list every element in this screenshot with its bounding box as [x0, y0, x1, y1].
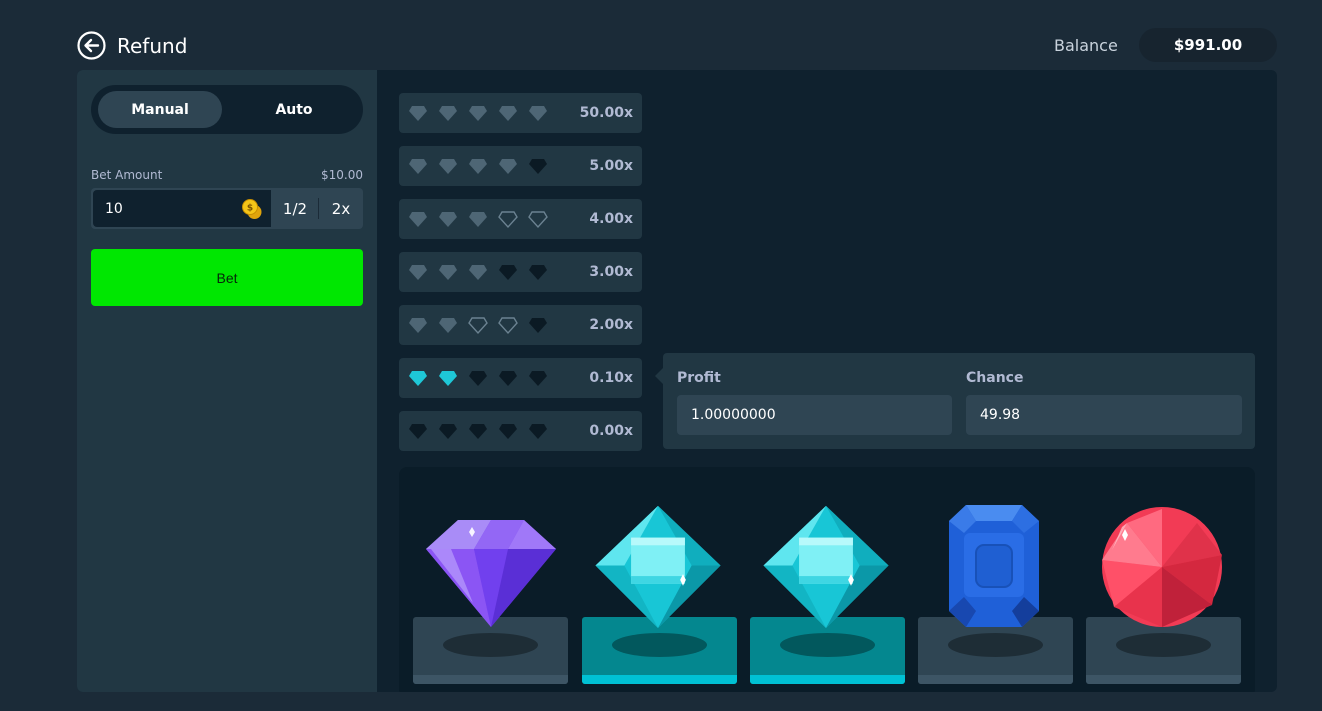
back-arrow-icon [77, 31, 106, 60]
gem-icon [468, 421, 488, 441]
profit-chance-panel: Profit 1.00000000 Chance 49.98 [655, 353, 1255, 449]
gem-icon [498, 156, 518, 176]
red-gem-icon [1102, 507, 1222, 627]
gem-icon [528, 262, 548, 282]
gem-icon [438, 421, 458, 441]
gem-icon [408, 368, 428, 388]
gem-icon [408, 421, 428, 441]
payout-gems [408, 103, 548, 123]
payout-gems [408, 209, 548, 229]
bet-amount-usd: $10.00 [321, 168, 363, 182]
gem-icon [408, 315, 428, 335]
payout-multiplier: 5.00x [589, 158, 633, 174]
gem-icon [498, 421, 518, 441]
mode-toggle: Manual Auto [91, 85, 363, 134]
payout-row: 50.00x [399, 93, 642, 133]
payout-gems [408, 421, 548, 441]
gem-icon [468, 315, 488, 335]
gem-icon [468, 209, 488, 229]
gem-icon [498, 103, 518, 123]
gem-icon [408, 156, 428, 176]
payout-gems [408, 156, 548, 176]
payout-gems [408, 368, 548, 388]
refund-button[interactable]: Refund [77, 31, 187, 60]
payout-multiplier: 2.00x [589, 317, 633, 333]
tab-auto[interactable]: Auto [232, 91, 356, 128]
cyan-gem-icon [763, 505, 889, 628]
payout-gems [408, 262, 548, 282]
payout-multiplier: 3.00x [589, 264, 633, 280]
chance-field: 49.98 [966, 395, 1242, 435]
double-bet-button[interactable]: 2x [319, 190, 363, 227]
balance-value: $991.00 [1139, 28, 1277, 62]
panel-pointer [655, 368, 663, 384]
top-bar: Refund Balance $991.00 [77, 28, 1277, 62]
gem-icon [528, 368, 548, 388]
purple-diamond-icon [426, 520, 556, 627]
bet-amount-label: Bet Amount [91, 168, 163, 182]
gem-icon [408, 103, 428, 123]
gem-icon [468, 103, 488, 123]
gem-icon [438, 368, 458, 388]
bet-amount-row: $ 1/2 2x [91, 188, 363, 229]
blue-emerald-icon [949, 505, 1039, 627]
gem-icon [438, 156, 458, 176]
gem-icon [528, 103, 548, 123]
payout-row: 5.00x [399, 146, 642, 186]
gem-icon [408, 262, 428, 282]
payout-gems [408, 315, 548, 335]
gem-icon [438, 103, 458, 123]
payout-row: 4.00x [399, 199, 642, 239]
gem-icon [498, 262, 518, 282]
gem-icon [468, 368, 488, 388]
gem-icon [438, 262, 458, 282]
gem-icon [498, 368, 518, 388]
payout-row: 3.00x [399, 252, 642, 292]
chance-label: Chance [966, 370, 1024, 386]
gem-icon [528, 156, 548, 176]
tab-manual[interactable]: Manual [98, 91, 222, 128]
cyan-gem-icon [595, 505, 721, 628]
gem-icon [438, 315, 458, 335]
balance-label: Balance [1054, 36, 1118, 55]
gem-icon [528, 209, 548, 229]
bet-button[interactable]: Bet [91, 249, 363, 306]
gem-icon [528, 421, 548, 441]
profit-field: 1.00000000 [677, 395, 952, 435]
gem-icon [408, 209, 428, 229]
payout-multiplier: 0.10x [589, 370, 633, 386]
payout-multiplier: 50.00x [579, 105, 633, 121]
svg-text:$: $ [247, 204, 253, 214]
bet-sidebar: Manual Auto Bet Amount $10.00 $ 1/2 2x B… [77, 70, 377, 692]
payout-row: 0.00x [399, 411, 642, 451]
payout-row: 2.00x [399, 305, 642, 345]
gem-icon [468, 156, 488, 176]
refund-label: Refund [117, 33, 188, 58]
game-card: Manual Auto Bet Amount $10.00 $ 1/2 2x B… [77, 70, 1277, 692]
gem-icon [438, 209, 458, 229]
payout-row: 0.10x [399, 358, 642, 398]
gem-icon [498, 209, 518, 229]
coin-icon: $ [242, 199, 262, 219]
gem-board [399, 467, 1255, 692]
gem-icon [468, 262, 488, 282]
half-bet-button[interactable]: 1/2 [273, 190, 317, 227]
gem-icon [498, 315, 518, 335]
gem-icon [528, 315, 548, 335]
payout-multiplier: 4.00x [589, 211, 633, 227]
profit-label: Profit [677, 370, 721, 386]
payout-multiplier: 0.00x [589, 423, 633, 439]
